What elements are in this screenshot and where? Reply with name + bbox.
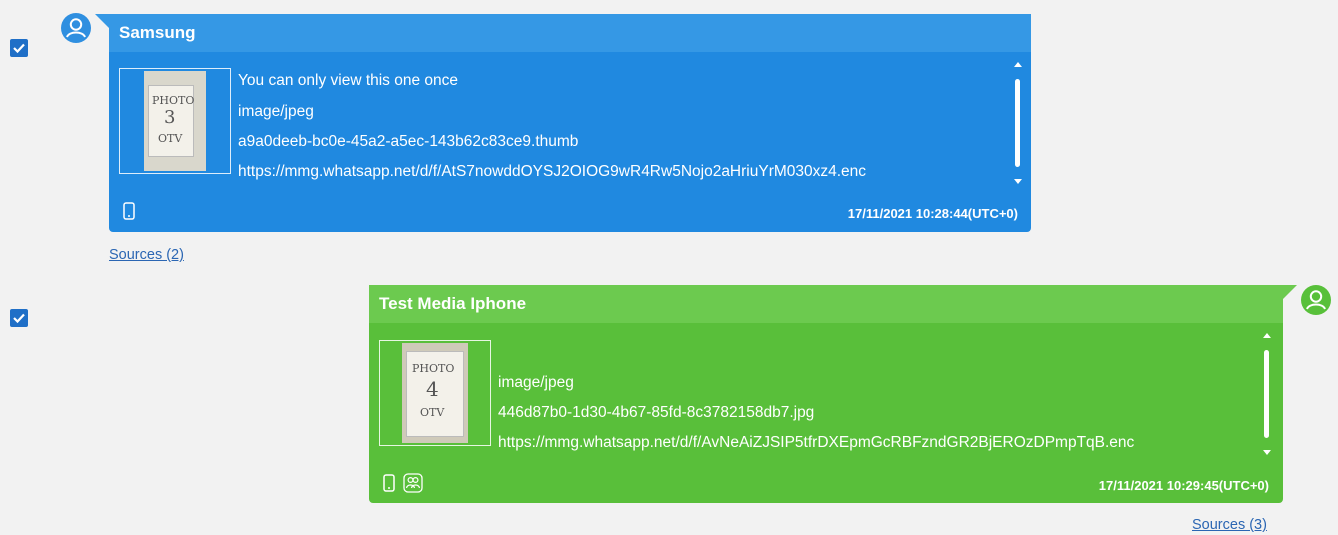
bubble-tail xyxy=(95,14,109,28)
checkmark-icon xyxy=(13,43,25,54)
media-mime-type: image/jpeg xyxy=(498,374,574,391)
message-scrollbar[interactable] xyxy=(1261,333,1273,455)
media-thumbnail[interactable]: PHOTO 4 OTV xyxy=(379,340,491,446)
media-filename: 446d87b0-1d30-4b67-85fd-8c3782158db7.jpg xyxy=(498,404,815,421)
media-mime-type: image/jpeg xyxy=(238,103,314,120)
sender-name-header: Test Media Iphone xyxy=(369,285,1283,323)
scroll-down-icon[interactable] xyxy=(1263,450,1271,455)
group-icon xyxy=(403,473,423,493)
scroll-up-icon[interactable] xyxy=(1014,62,1022,67)
scroll-up-icon[interactable] xyxy=(1263,333,1271,338)
sender-avatar-icon xyxy=(1300,284,1332,316)
message-bubble-incoming[interactable]: Samsung PHOTO 3 OTV You can only view th… xyxy=(109,14,1031,232)
media-filename: a9a0deeb-bc0e-45a2-a5ec-143b62c83ce9.thu… xyxy=(238,133,579,150)
message-text: You can only view this one once xyxy=(238,72,459,89)
scroll-thumb[interactable] xyxy=(1015,79,1020,167)
message-bubble-outgoing[interactable]: Test Media Iphone PHOTO 4 OTV image/jpeg… xyxy=(369,285,1283,503)
media-thumbnail[interactable]: PHOTO 3 OTV xyxy=(119,68,231,174)
bubble-tail xyxy=(1283,285,1297,299)
checkmark-icon xyxy=(13,313,25,324)
sources-link[interactable]: Sources (3) xyxy=(1192,517,1267,533)
sender-avatar-icon xyxy=(60,12,92,44)
media-url: https://mmg.whatsapp.net/d/f/AtS7nowddOY… xyxy=(238,163,867,180)
message-1-checkbox[interactable] xyxy=(10,39,28,57)
message-timestamp: 17/11/2021 10:29:45(UTC+0) xyxy=(1098,478,1269,493)
scroll-down-icon[interactable] xyxy=(1014,179,1022,184)
phone-icon xyxy=(381,474,397,492)
phone-icon xyxy=(121,202,137,220)
message-timestamp: 17/11/2021 10:28:44(UTC+0) xyxy=(847,206,1018,221)
media-url: https://mmg.whatsapp.net/d/f/AvNeAiZJSIP… xyxy=(498,434,1135,451)
scroll-thumb[interactable] xyxy=(1264,350,1269,438)
message-scrollbar[interactable] xyxy=(1012,62,1024,184)
message-2-checkbox[interactable] xyxy=(10,309,28,327)
sender-name: Samsung xyxy=(119,23,196,42)
sender-name-header: Samsung xyxy=(109,14,1031,52)
sender-name: Test Media Iphone xyxy=(379,294,527,313)
sources-link[interactable]: Sources (2) xyxy=(109,247,184,263)
